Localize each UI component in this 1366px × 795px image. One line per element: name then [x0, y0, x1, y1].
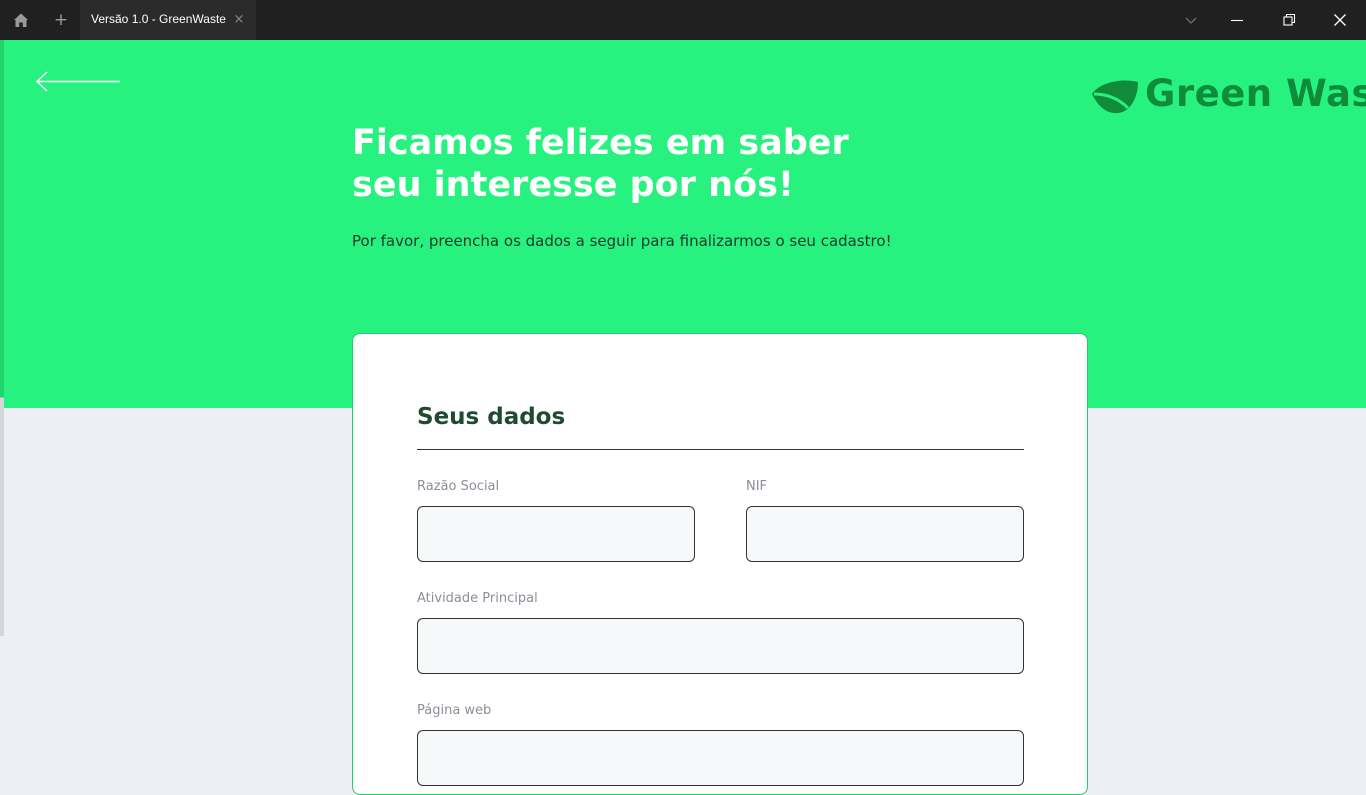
pagina-web-label: Página web — [417, 703, 492, 718]
razao-social-input[interactable] — [417, 506, 695, 562]
maximize-icon[interactable] — [1279, 10, 1299, 30]
registration-form-card: Seus dados Razão Social NIF Atividade Pr… — [352, 333, 1088, 795]
razao-social-label: Razão Social — [417, 479, 500, 494]
window-titlebar: + Versão 1.0 - GreenWaste × — [0, 0, 1366, 40]
leaf-icon — [1088, 78, 1142, 114]
new-tab-button[interactable]: + — [53, 10, 69, 30]
chevron-down-icon[interactable] — [1181, 10, 1201, 30]
page-title-line-2: seu interesse por nós! — [352, 165, 794, 205]
section-divider — [417, 449, 1024, 450]
page-title: Ficamos felizes em saber seu interesse p… — [352, 122, 912, 206]
page-subtitle: Por favor, preencha os dados a seguir pa… — [352, 232, 892, 250]
home-icon[interactable] — [12, 11, 30, 29]
logo-text: Green Waste — [1145, 74, 1366, 115]
page-title-line-1: Ficamos felizes em saber — [352, 123, 849, 163]
nif-label: NIF — [746, 479, 768, 494]
logo: Green Waste — [1088, 74, 1366, 118]
browser-tab[interactable]: Versão 1.0 - GreenWaste × — [80, 0, 256, 40]
minimize-icon[interactable] — [1227, 10, 1247, 30]
nif-input[interactable] — [746, 506, 1024, 562]
tab-title: Versão 1.0 - GreenWaste — [91, 12, 226, 26]
section-title: Seus dados — [417, 404, 566, 430]
atividade-principal-label: Atividade Principal — [417, 591, 538, 606]
window-close-icon[interactable] — [1330, 10, 1350, 30]
close-icon[interactable]: × — [232, 11, 246, 29]
left-edge-strip — [0, 40, 4, 636]
back-arrow-icon[interactable] — [34, 70, 122, 94]
atividade-principal-input[interactable] — [417, 618, 1024, 674]
pagina-web-input[interactable] — [417, 730, 1024, 786]
